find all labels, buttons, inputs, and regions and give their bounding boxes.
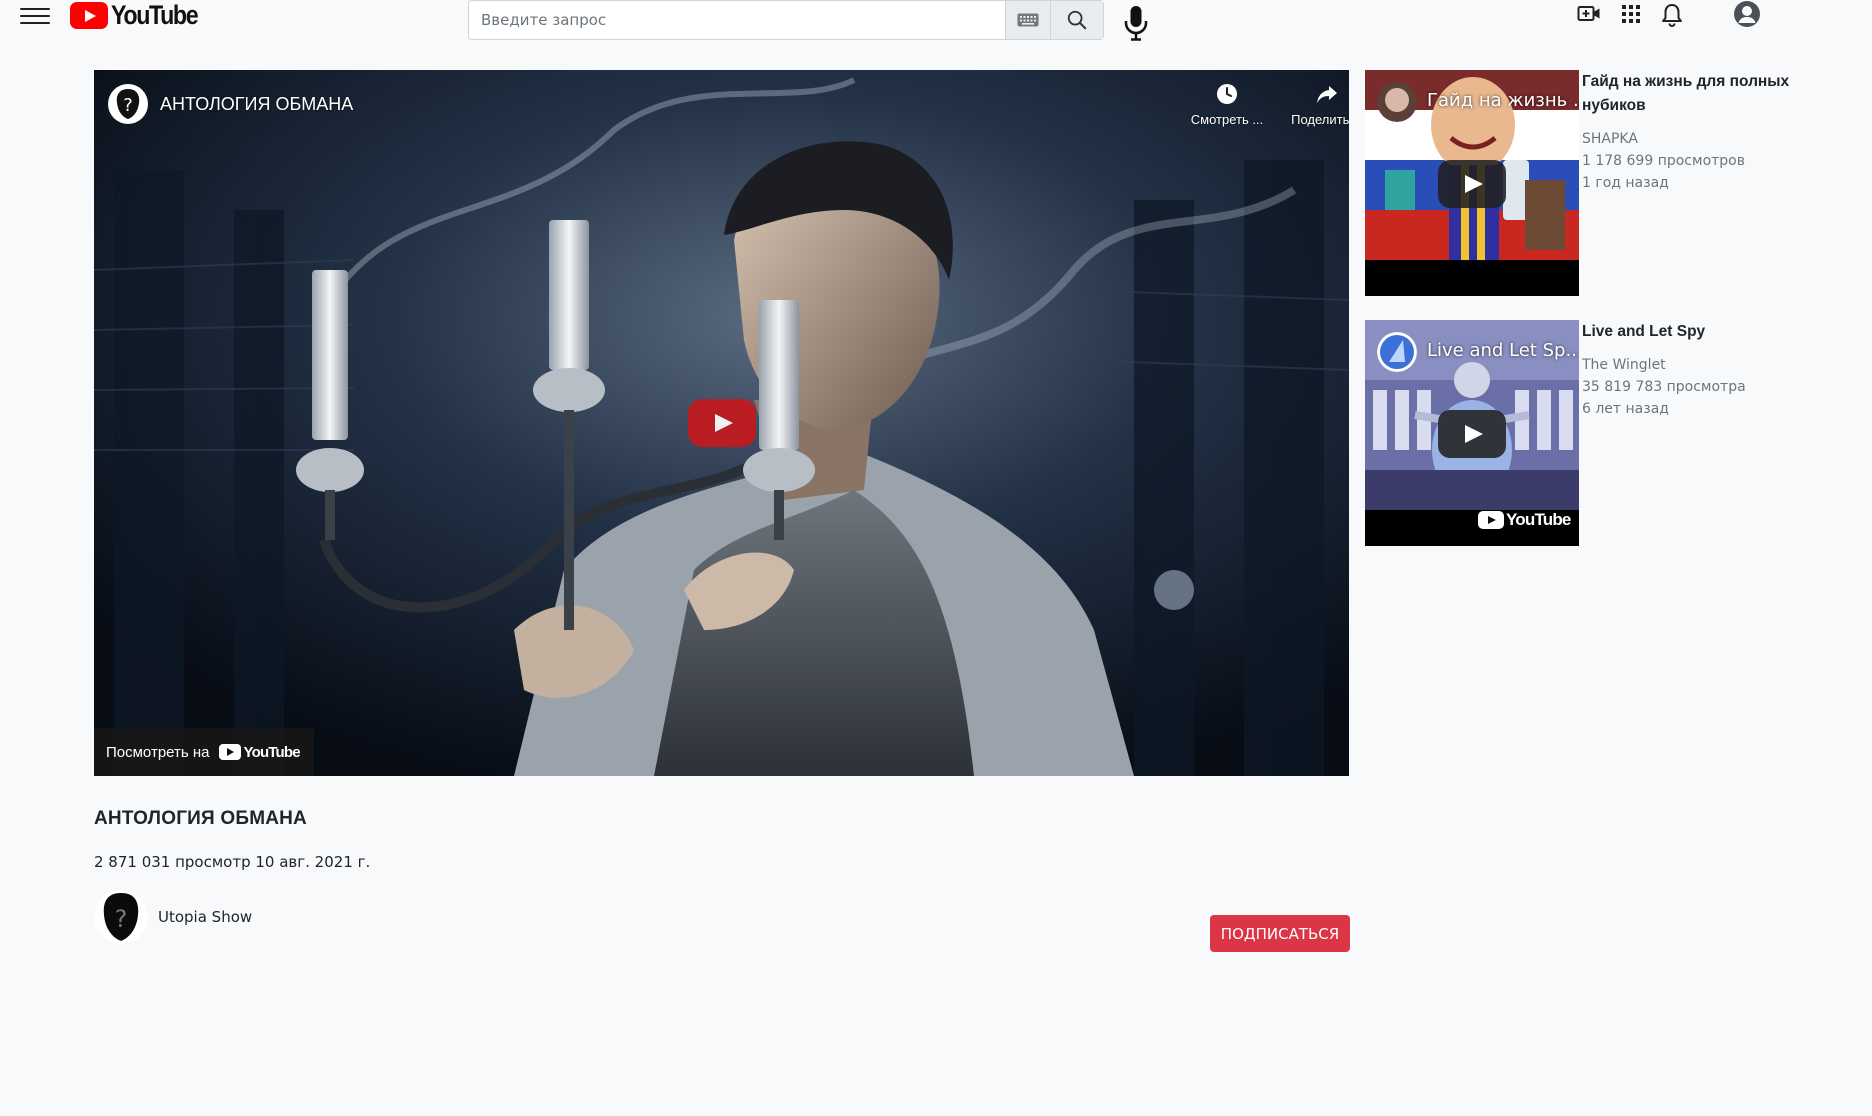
- related-channel-name: The Winglet: [1582, 357, 1666, 373]
- player-title[interactable]: АНТОЛОГИЯ ОБМАНА: [160, 94, 353, 115]
- related-channel-name: SHAPKA: [1582, 131, 1638, 147]
- video-title: АНТОЛОГИЯ ОБМАНА: [94, 808, 307, 829]
- share-button[interactable]: Поделиться: [1279, 82, 1349, 127]
- related-channel-avatar: [1377, 82, 1417, 122]
- youtube-logo-text: YouTube: [111, 0, 199, 30]
- related-video-item[interactable]: Гайд на жизнь ... Гайд на жизнь для полн…: [1365, 70, 1865, 296]
- play-button[interactable]: [688, 399, 756, 447]
- video-add-icon[interactable]: [1577, 2, 1601, 26]
- account-icon[interactable]: [1733, 0, 1761, 28]
- related-video-info: Live and Let Spy The Winglet 35 819 783 …: [1582, 320, 1822, 420]
- related-age: 1 год назад: [1582, 175, 1669, 191]
- related-thumbnail-title: Гайд на жизнь ...: [1427, 90, 1579, 111]
- related-channel-avatar: [1377, 332, 1417, 372]
- related-thumbnail-title: Live and Let Sp...: [1427, 340, 1579, 361]
- youtube-play-icon: [219, 744, 242, 760]
- youtube-play-logo-icon: [70, 1, 108, 29]
- youtube-mini-logo: YouTube: [219, 744, 301, 761]
- related-video-title[interactable]: Гайд на жизнь для полных нубиков: [1582, 70, 1822, 118]
- related-video-info: Гайд на жизнь для полных нубиков SHAPKA …: [1582, 70, 1822, 194]
- svg-text:?: ?: [123, 95, 133, 116]
- watch-on-youtube-button[interactable]: Посмотреть на YouTube: [94, 728, 314, 776]
- youtube-play-icon: [1478, 511, 1504, 529]
- related-views: 1 178 699 просмотров: [1582, 153, 1745, 169]
- channel-info[interactable]: ? Utopia Show: [94, 890, 252, 944]
- keyboard-icon[interactable]: [1005, 1, 1050, 39]
- channel-avatar[interactable]: ?: [94, 890, 148, 944]
- video-player[interactable]: ? АНТОЛОГИЯ ОБМАНА Смотреть ... Поделить…: [94, 70, 1349, 776]
- search-button[interactable]: [1050, 1, 1103, 39]
- related-play-button[interactable]: [1438, 160, 1506, 208]
- apps-icon[interactable]: [1619, 2, 1643, 26]
- watch-later-label: Смотреть ...: [1190, 112, 1264, 127]
- channel-name[interactable]: Utopia Show: [158, 908, 252, 926]
- watch-later-button[interactable]: Смотреть ...: [1179, 82, 1275, 127]
- menu-icon[interactable]: [20, 6, 50, 32]
- svg-text:?: ?: [115, 905, 128, 933]
- player-channel-avatar[interactable]: ?: [108, 84, 148, 124]
- mic-icon[interactable]: [1122, 4, 1150, 42]
- youtube-logo[interactable]: YouTube: [70, 0, 211, 30]
- search-icon: [1067, 10, 1087, 30]
- search-bar: [468, 0, 1104, 40]
- related-age: 6 лет назад: [1582, 401, 1669, 417]
- related-video-title[interactable]: Live and Let Spy: [1582, 320, 1822, 344]
- related-play-button[interactable]: [1438, 410, 1506, 458]
- related-views: 35 819 783 просмотра: [1582, 379, 1746, 395]
- related-youtube-logo: YouTube: [1478, 510, 1571, 530]
- share-label: Поделиться: [1291, 112, 1349, 127]
- share-icon: [1317, 86, 1337, 103]
- search-input[interactable]: [469, 1, 1005, 39]
- subscribe-button[interactable]: ПОДПИСАТЬСЯ: [1210, 915, 1350, 952]
- related-video-thumbnail[interactable]: Live and Let Sp... YouTube: [1365, 320, 1579, 546]
- related-video-item[interactable]: Live and Let Sp... YouTube Live and Let …: [1365, 320, 1865, 546]
- video-meta: 2 871 031 просмотр 10 авг. 2021 г.: [94, 853, 371, 871]
- bell-icon[interactable]: [1660, 2, 1684, 28]
- clock-icon: [1217, 84, 1237, 104]
- related-video-thumbnail[interactable]: Гайд на жизнь ...: [1365, 70, 1579, 296]
- watch-on-label: Посмотреть на: [106, 743, 210, 761]
- player-title-bar: ? АНТОЛОГИЯ ОБМАНА: [108, 84, 353, 124]
